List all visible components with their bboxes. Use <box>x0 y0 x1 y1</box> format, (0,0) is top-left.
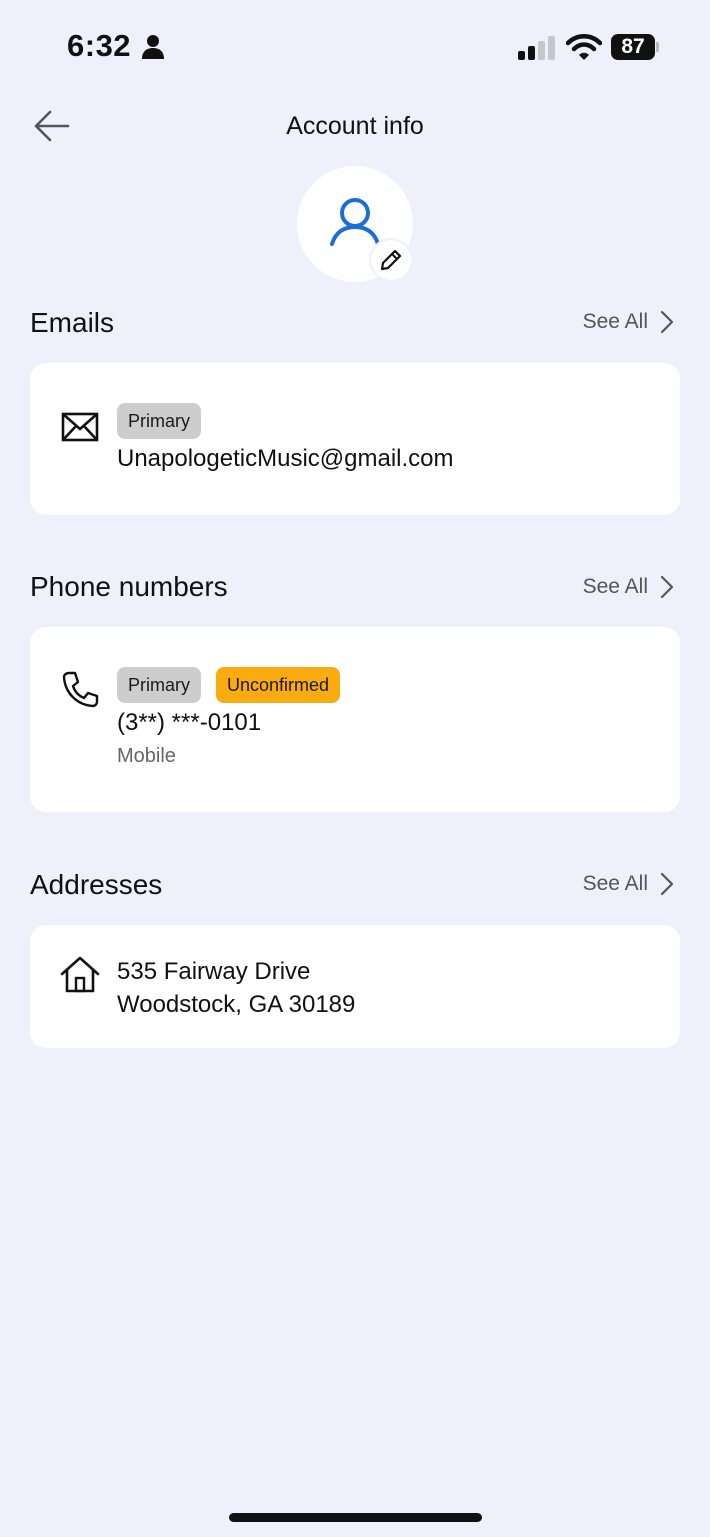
address-line-1: 535 Fairway Drive <box>117 958 311 985</box>
person-icon <box>142 35 164 59</box>
emails-see-all-button[interactable]: See All <box>583 310 674 334</box>
page-title: Account info <box>286 112 424 140</box>
pencil-icon <box>380 249 402 271</box>
primary-badge: Primary <box>117 403 201 439</box>
addresses-see-all-button[interactable]: See All <box>583 872 674 896</box>
primary-badge: Primary <box>117 667 201 703</box>
address-card[interactable]: 535 Fairway Drive Woodstock, GA 30189 <box>30 925 680 1048</box>
battery-icon: 87 <box>611 34 659 60</box>
battery-level: 87 <box>611 34 655 60</box>
phone-type: Mobile <box>117 745 176 767</box>
envelope-icon <box>61 412 99 442</box>
avatar[interactable] <box>297 166 413 282</box>
user-icon <box>330 198 380 246</box>
battery-cap <box>656 42 659 52</box>
phone-number: (3**) ***-0101 <box>117 709 262 736</box>
wifi-icon <box>566 34 602 60</box>
email-content: Primary UnapologeticMusic@gmail.com <box>117 403 454 473</box>
address-content: 535 Fairway Drive Woodstock, GA 30189 <box>117 955 355 1021</box>
phone-card[interactable]: Primary Unconfirmed (3**) ***-0101 Mobil… <box>30 627 680 812</box>
email-address: UnapologeticMusic@gmail.com <box>117 445 454 472</box>
chevron-right-icon <box>660 310 674 334</box>
home-indicator <box>229 1513 482 1522</box>
phone-badges: Primary Unconfirmed <box>117 667 341 703</box>
signal-icon <box>518 36 555 60</box>
home-icon <box>60 956 100 993</box>
addresses-section-title: Addresses <box>30 869 163 900</box>
status-bar: 6:32 87 <box>0 0 710 95</box>
see-all-label: See All <box>582 310 648 333</box>
see-all-label: See All <box>582 575 648 598</box>
chevron-right-icon <box>660 872 674 896</box>
phones-section-title: Phone numbers <box>30 571 228 602</box>
edit-avatar-button[interactable] <box>371 240 411 280</box>
email-badges: Primary <box>117 403 454 439</box>
emails-section-title: Emails <box>30 307 115 338</box>
phone-icon <box>62 671 99 708</box>
phones-see-all-button[interactable]: See All <box>583 575 674 599</box>
phone-content: Primary Unconfirmed (3**) ***-0101 Mobil… <box>117 667 341 768</box>
chevron-right-icon <box>660 575 674 599</box>
unconfirmed-badge: Unconfirmed <box>216 667 341 703</box>
status-time: 6:32 <box>67 28 132 63</box>
see-all-label: See All <box>582 872 648 895</box>
email-card[interactable]: Primary UnapologeticMusic@gmail.com <box>30 363 680 515</box>
address-line-2: Woodstock, GA 30189 <box>117 991 356 1018</box>
